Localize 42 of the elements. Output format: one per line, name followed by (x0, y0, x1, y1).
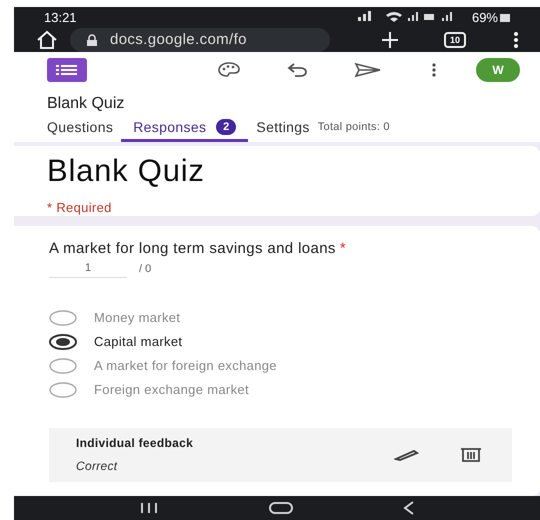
radio-button[interactable] (49, 334, 77, 350)
option-label: A market for foreign exchange (94, 356, 277, 375)
option-label: Money market (94, 308, 180, 327)
score-field[interactable]: 1 (49, 260, 127, 278)
total-points: Total points: 0 (318, 120, 390, 136)
radio-button[interactable] (49, 310, 77, 326)
quiz-title: Blank Quiz (47, 152, 206, 190)
option-label: Foreign exchange market (94, 380, 249, 399)
more-icon[interactable] (432, 62, 436, 77)
avatar[interactable]: W (476, 58, 520, 82)
feedback-text: Correct (76, 458, 118, 476)
address-bar[interactable]: docs.google.com/fo (70, 28, 330, 52)
lock-icon (86, 34, 98, 46)
menu-icon[interactable] (514, 32, 518, 48)
max-score: / 0 (139, 262, 152, 277)
tab[interactable]: Settings (256, 116, 310, 142)
required-mark: * (340, 238, 346, 259)
undo-icon[interactable] (287, 62, 309, 77)
forms-logo-icon[interactable] (47, 58, 87, 82)
battery-percentage: 69% (472, 8, 498, 27)
tab-count-button[interactable]: 10 (444, 32, 466, 48)
radio-button[interactable] (49, 358, 77, 374)
required-note: * Required (47, 198, 113, 217)
battery-icon (500, 12, 510, 22)
url-text: docs.google.com/fo (110, 30, 247, 50)
form-title: Blank Quiz (47, 94, 124, 112)
radio-button[interactable] (49, 382, 77, 398)
question-text: A market for long term savings and loans (49, 238, 336, 259)
back-icon[interactable] (403, 500, 415, 515)
home-icon[interactable] (36, 30, 58, 50)
tab[interactable]: Questions (47, 116, 114, 142)
send-icon[interactable] (354, 62, 382, 78)
home-button-icon[interactable] (269, 502, 293, 514)
feedback-title: Individual feedback (76, 435, 194, 452)
option-label: Capital market (94, 332, 182, 351)
new-tab-icon[interactable] (380, 30, 400, 50)
recents-icon[interactable] (139, 502, 159, 514)
pencil-icon[interactable] (394, 448, 420, 461)
palette-icon[interactable] (217, 60, 241, 79)
clock: 13:21 (44, 8, 77, 27)
trash-icon[interactable] (460, 448, 482, 462)
count-badge: 2 (216, 119, 236, 136)
